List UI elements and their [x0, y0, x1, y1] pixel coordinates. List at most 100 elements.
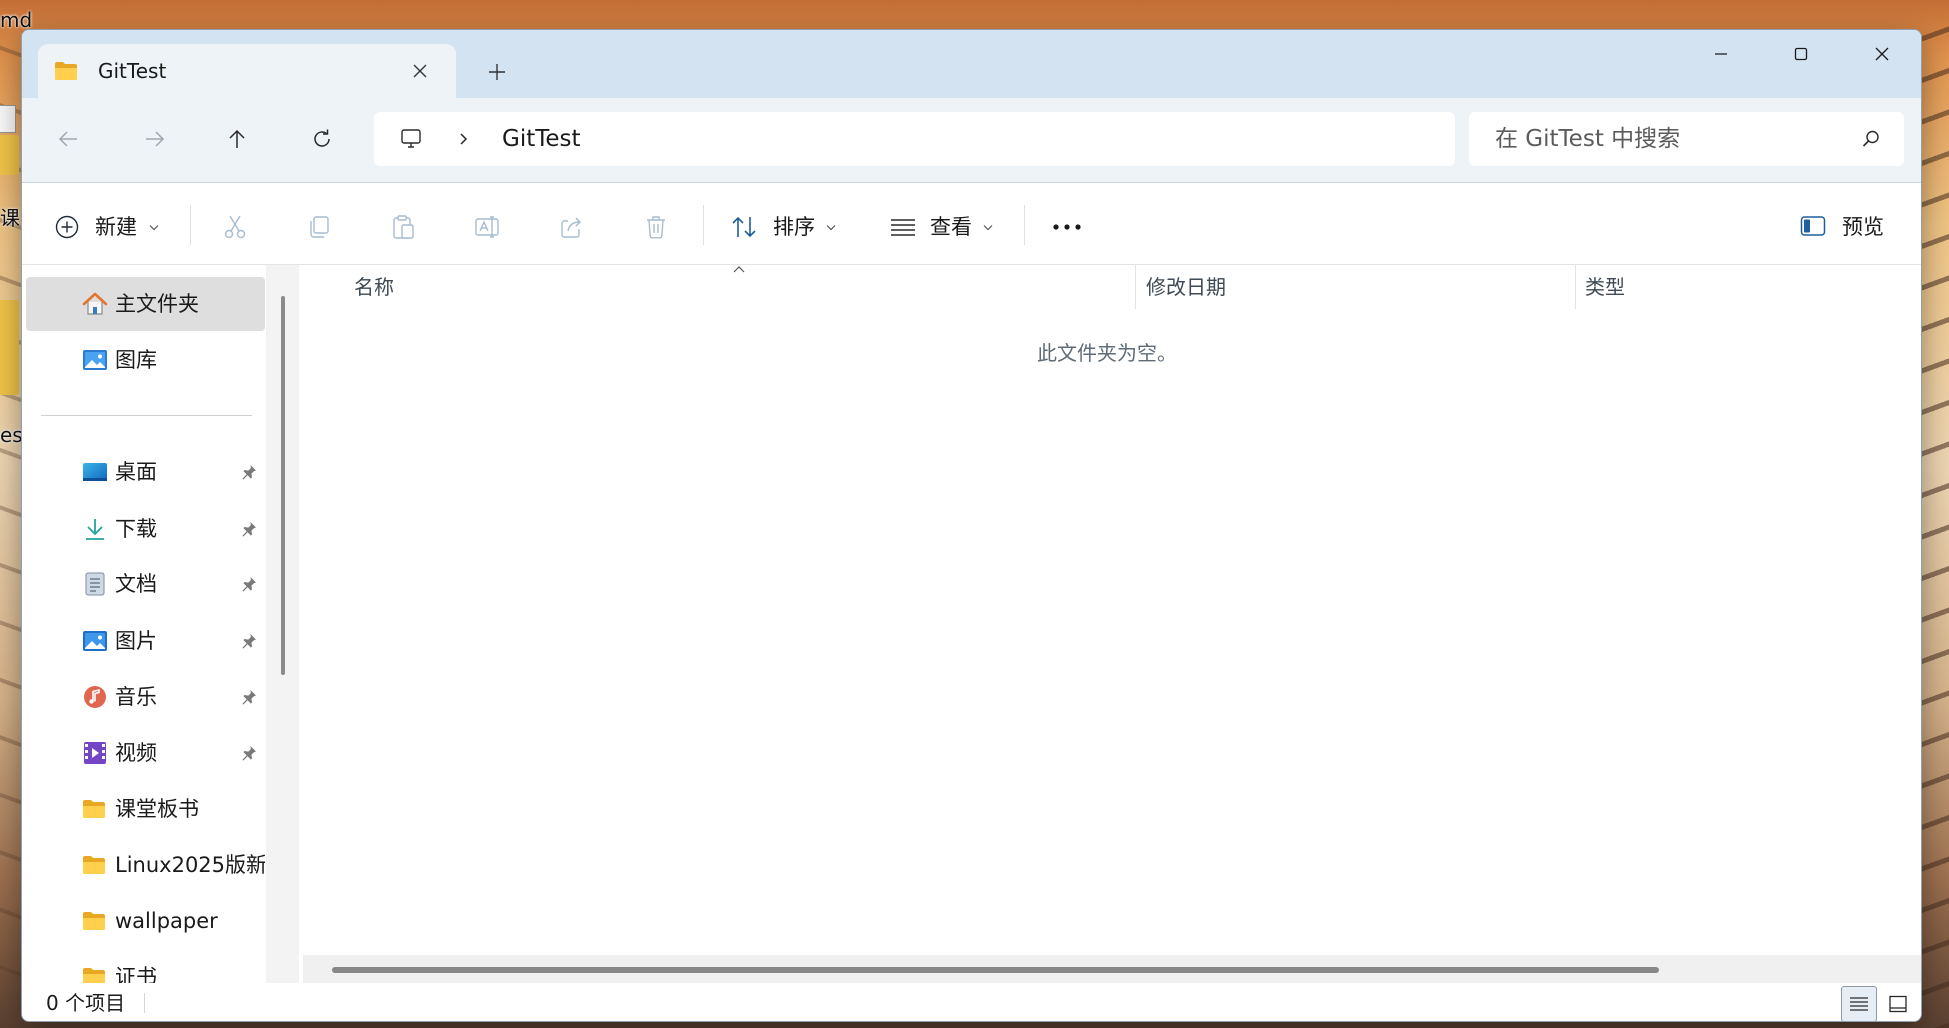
up-button[interactable] — [217, 119, 257, 159]
column-separator[interactable] — [1575, 265, 1576, 309]
search-input[interactable] — [1495, 112, 1845, 166]
minimize-button[interactable] — [1689, 30, 1753, 78]
sidebar-item-gallery[interactable]: 图库 — [26, 333, 265, 387]
copy-icon — [306, 214, 332, 240]
copy-button[interactable] — [297, 203, 341, 251]
rename-icon — [474, 214, 500, 240]
sidebar-item-folder[interactable]: 证书 — [26, 950, 265, 983]
minimize-icon — [1713, 46, 1729, 62]
pin-icon[interactable] — [241, 576, 257, 592]
pictures-icon — [82, 629, 108, 653]
rename-button[interactable] — [465, 203, 509, 251]
sidebar-item-home[interactable]: 主文件夹 — [26, 277, 265, 331]
title-bar[interactable]: GitTest — [22, 30, 1921, 98]
maximize-icon — [1793, 46, 1809, 62]
status-divider — [144, 993, 145, 1013]
new-button-label: 新建 — [95, 215, 137, 239]
music-icon — [82, 685, 108, 709]
close-tab-button[interactable] — [404, 55, 436, 87]
large-icons-view-button[interactable] — [1880, 986, 1916, 1021]
chevron-down-icon — [826, 224, 836, 231]
chevron-down-icon — [149, 224, 159, 231]
horizontal-scrollbar-thumb[interactable] — [332, 967, 1659, 973]
empty-folder-message: 此文件夹为空。 — [1037, 341, 1177, 365]
new-button[interactable]: 新建 — [50, 203, 172, 251]
desktop-document-icon[interactable] — [0, 105, 16, 133]
share-button[interactable] — [550, 203, 594, 251]
sidebar-item-label: 桌面 — [115, 460, 157, 484]
delete-button[interactable] — [634, 203, 678, 251]
breadcrumb-segment[interactable]: GitTest — [502, 112, 581, 166]
preview-pane-icon — [1800, 215, 1826, 237]
sidebar-item-folder[interactable]: Linux2025版新 — [26, 838, 265, 892]
address-bar[interactable]: GitTest — [374, 112, 1455, 166]
sidebar-item-label: 证书 — [115, 965, 157, 983]
sidebar-item-downloads[interactable]: 下载 — [26, 502, 265, 556]
navigation-pane-scroll-area — [266, 265, 299, 983]
arrow-left-icon — [58, 128, 80, 150]
paste-button[interactable] — [381, 203, 425, 251]
maximize-button[interactable] — [1769, 30, 1833, 78]
sidebar-item-label: 音乐 — [115, 685, 157, 709]
horizontal-scrollbar[interactable] — [303, 955, 1921, 983]
pin-icon[interactable] — [241, 521, 257, 537]
preview-pane-button[interactable]: 预览 — [1797, 203, 1913, 251]
details-view-icon — [1849, 995, 1869, 1013]
scissors-icon — [222, 214, 248, 240]
preview-pane-label: 预览 — [1842, 215, 1884, 239]
pin-icon[interactable] — [241, 745, 257, 761]
pin-icon[interactable] — [241, 464, 257, 480]
sidebar-item-folder[interactable]: 课堂板书 — [26, 782, 265, 836]
sidebar-item-label: 图片 — [115, 629, 157, 653]
details-view-button[interactable] — [1841, 986, 1877, 1021]
sidebar-item-documents[interactable]: 文档 — [26, 557, 265, 611]
column-header-name[interactable]: 名称 — [354, 265, 394, 309]
desktop-folder-icon[interactable] — [0, 300, 19, 395]
tab-gittest[interactable]: GitTest — [38, 44, 456, 98]
cut-button[interactable] — [213, 203, 257, 251]
pin-icon[interactable] — [241, 689, 257, 705]
desktop-icon-label[interactable]: 课 — [0, 202, 20, 231]
chevron-down-icon — [983, 224, 993, 231]
sidebar-item-desktop[interactable]: 桌面 — [26, 445, 265, 499]
download-icon — [82, 517, 108, 541]
view-button-label: 查看 — [930, 215, 972, 239]
sidebar-item-label: 视频 — [115, 741, 157, 765]
folder-icon — [82, 911, 106, 931]
plus-circle-icon — [55, 215, 79, 239]
back-button[interactable] — [49, 119, 89, 159]
column-header-date-modified[interactable]: 修改日期 — [1146, 265, 1226, 309]
sidebar-item-music[interactable]: 音乐 — [26, 670, 265, 724]
tab-title: GitTest — [98, 59, 167, 83]
desktop-folder-icon[interactable] — [0, 135, 19, 175]
more-options-button[interactable] — [1045, 203, 1089, 251]
sidebar-item-folder[interactable]: wallpaper — [26, 894, 265, 948]
search-box[interactable] — [1469, 112, 1904, 166]
toolbar-divider — [190, 205, 191, 245]
trash-icon — [643, 214, 669, 240]
folder-icon — [82, 799, 106, 819]
column-header-type[interactable]: 类型 — [1585, 265, 1625, 309]
view-button[interactable]: 查看 — [880, 203, 1008, 251]
file-list[interactable]: 名称 修改日期 类型 此文件夹为空。 — [299, 265, 1921, 983]
chevron-right-icon[interactable] — [456, 132, 470, 146]
sort-button[interactable]: 排序 — [722, 203, 850, 251]
new-tab-button[interactable] — [479, 54, 515, 90]
sidebar-item-label: wallpaper — [115, 909, 218, 933]
main-area: 主文件夹 图库 桌面 下载 文档 图片 音乐 视频 课堂板书 Linux2025… — [22, 265, 1921, 983]
close-window-button[interactable] — [1850, 30, 1914, 78]
sidebar-item-videos[interactable]: 视频 — [26, 726, 265, 780]
sidebar-item-label: 图库 — [115, 348, 157, 372]
search-icon[interactable] — [1861, 129, 1881, 149]
folder-icon — [54, 61, 78, 81]
close-icon — [1874, 46, 1890, 62]
desktop-right-strip — [1922, 0, 1949, 1028]
navigation-pane-scrollbar[interactable] — [281, 296, 285, 675]
folder-icon — [82, 967, 106, 983]
pin-icon[interactable] — [241, 633, 257, 649]
forward-button[interactable] — [134, 119, 174, 159]
column-separator[interactable] — [1135, 265, 1136, 309]
sidebar-item-pictures[interactable]: 图片 — [26, 614, 265, 668]
computer-icon[interactable] — [399, 127, 423, 151]
refresh-button[interactable] — [302, 119, 342, 159]
